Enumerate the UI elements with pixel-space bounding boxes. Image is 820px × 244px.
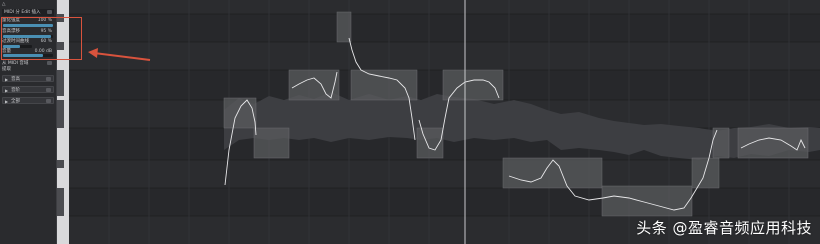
expand-triangle-icon: ▶ (5, 88, 9, 93)
black-key (57, 188, 64, 216)
section-label: 全部 (11, 99, 20, 104)
section-all[interactable]: ▶ 全部 (2, 97, 54, 104)
note-block[interactable] (691, 157, 720, 189)
note-block[interactable] (601, 185, 693, 217)
note-block[interactable] (502, 157, 603, 189)
note-block[interactable] (442, 69, 504, 101)
note-block[interactable] (350, 69, 418, 101)
pitch-editor-area[interactable] (69, 0, 820, 244)
black-key (57, 100, 64, 128)
note-block[interactable] (712, 127, 730, 159)
section-menu-icon[interactable] (46, 77, 51, 81)
note-block[interactable] (223, 97, 257, 129)
section-menu-icon[interactable] (46, 88, 51, 92)
watermark: 头条 @盈睿音频应用科技 (636, 219, 812, 237)
expand-triangle-icon: ▶ (5, 77, 9, 82)
black-key (57, 160, 64, 168)
annotation-arrow-icon (88, 48, 151, 61)
expand-triangle-icon: ▶ (5, 99, 9, 104)
section-pitch[interactable]: ▶ 音高 (2, 75, 54, 82)
variaudio-editor-window: △ MIDI 分 Edit 插入 量化强度 100 % 音高漂移 95 % 过渡… (0, 0, 820, 244)
note-block[interactable] (737, 127, 809, 159)
section-settings-icon[interactable] (46, 99, 51, 103)
section-scale[interactable]: ▶ 音阶 (2, 86, 54, 93)
section-label: 音阶 (11, 88, 20, 93)
note-block[interactable] (336, 11, 352, 43)
note-block[interactable] (253, 127, 290, 159)
pitch-editor-canvas[interactable] (69, 0, 820, 244)
section-label: 音高 (11, 77, 20, 82)
black-key (57, 70, 64, 96)
